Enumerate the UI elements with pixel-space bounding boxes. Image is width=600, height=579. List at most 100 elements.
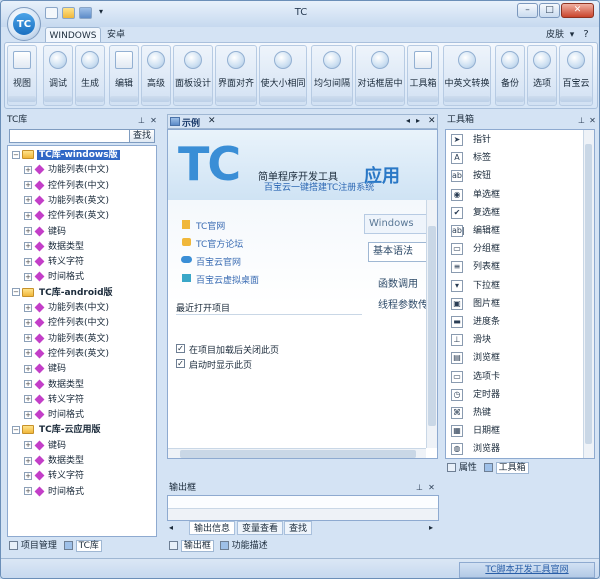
tree-item[interactable]: + 键码 bbox=[24, 438, 66, 454]
link-virtual-desktop[interactable]: 百宝云虚拟桌面 bbox=[196, 273, 259, 286]
build-button[interactable]: 生成 bbox=[75, 45, 105, 106]
link-tc-official[interactable]: TC官网 bbox=[196, 219, 225, 232]
output-hscrollbar[interactable] bbox=[168, 508, 438, 520]
expand-toggle-icon[interactable]: + bbox=[24, 227, 32, 235]
tree-item[interactable]: + 控件列表(英文) bbox=[24, 208, 109, 224]
view-button[interactable]: 视图 bbox=[7, 45, 37, 106]
expand-toggle-icon[interactable]: + bbox=[24, 471, 32, 480]
tree-item[interactable]: + 功能列表(中文) bbox=[24, 162, 109, 178]
library-search-button[interactable]: 查找 bbox=[129, 129, 155, 143]
zh-en-convert-button[interactable]: 中英文转换 bbox=[443, 45, 491, 106]
minimize-button[interactable]: – bbox=[517, 3, 538, 18]
tree-item[interactable]: + 功能列表(中文) bbox=[24, 300, 109, 316]
expand-toggle-icon[interactable]: + bbox=[24, 456, 32, 465]
tree-item[interactable]: + 时间格式 bbox=[24, 269, 84, 285]
tree-item[interactable]: + 时间格式 bbox=[24, 484, 84, 500]
link-baibaoyun[interactable]: 百宝云官网 bbox=[196, 255, 241, 268]
output-tab-right-icon[interactable]: ▸ bbox=[429, 523, 433, 532]
panel-design-button[interactable]: 面板设计 bbox=[173, 45, 213, 106]
welcome-scroll-thumb[interactable] bbox=[428, 226, 436, 426]
tree-folder[interactable]: − TC库-云应用版 bbox=[12, 422, 102, 438]
tree-item[interactable]: + 功能列表(英文) bbox=[24, 193, 109, 209]
tab-output-info[interactable]: 输出信息 bbox=[189, 521, 236, 535]
pin-icon[interactable]: ⊥ bbox=[137, 116, 146, 125]
tab-android[interactable]: 安卓 bbox=[101, 27, 131, 43]
tree-item[interactable]: + 数据类型 bbox=[24, 453, 84, 469]
tab-output-frame[interactable]: 输出框 bbox=[180, 540, 214, 552]
expand-toggle-icon[interactable]: + bbox=[24, 211, 32, 220]
toolbox-close-icon[interactable]: ✕ bbox=[588, 116, 597, 125]
expand-toggle-icon[interactable]: + bbox=[24, 242, 32, 251]
tree-item[interactable]: + 控件列表(中文) bbox=[24, 178, 109, 194]
debug-button[interactable]: 调试 bbox=[43, 45, 73, 106]
expand-toggle-icon[interactable]: + bbox=[24, 272, 32, 281]
expand-toggle-icon[interactable]: + bbox=[24, 165, 32, 174]
edit-button[interactable]: 编辑 bbox=[109, 45, 139, 106]
show-on-start-checkbox[interactable]: ✓ bbox=[176, 359, 185, 368]
expand-toggle-icon[interactable]: + bbox=[24, 181, 32, 190]
tree-item[interactable]: + 键码 bbox=[24, 361, 66, 377]
tab-windows[interactable]: WINDOWS bbox=[45, 27, 101, 43]
tree-item[interactable]: + 键码 bbox=[24, 224, 66, 240]
advanced-button[interactable]: 高级 bbox=[141, 45, 171, 106]
banner-subtitle[interactable]: 百宝云一键搭建TC注册系统 bbox=[264, 180, 374, 193]
maximize-button[interactable]: □ bbox=[539, 3, 560, 18]
app-logo[interactable]: TC bbox=[7, 7, 41, 41]
output-pin-icon[interactable]: ⊥ bbox=[415, 483, 424, 492]
expand-toggle-icon[interactable]: + bbox=[24, 196, 32, 205]
expand-toggle-icon[interactable]: − bbox=[12, 425, 20, 434]
tab-example[interactable]: 示例 bbox=[182, 116, 200, 129]
toolbox-scroll-thumb[interactable] bbox=[585, 144, 592, 444]
toolbox-pin-icon[interactable]: ⊥ bbox=[577, 116, 586, 125]
expand-toggle-icon[interactable]: − bbox=[12, 288, 20, 297]
expand-toggle-icon[interactable]: + bbox=[24, 395, 32, 404]
dialog-center-button[interactable]: 对话框居中 bbox=[355, 45, 405, 106]
output-tab-left-icon[interactable]: ◂ bbox=[169, 523, 173, 532]
help-icon[interactable]: ? bbox=[580, 27, 592, 43]
align-button[interactable]: 界面对齐 bbox=[215, 45, 257, 106]
tree-folder[interactable]: − TC库-android版 bbox=[12, 285, 115, 301]
expand-toggle-icon[interactable]: + bbox=[24, 257, 32, 266]
tab-toolbox[interactable]: 工具箱 bbox=[495, 462, 529, 474]
link-tc-forum[interactable]: TC官方论坛 bbox=[196, 237, 243, 250]
expand-toggle-icon[interactable]: + bbox=[24, 441, 32, 450]
tree-item[interactable]: + 控件列表(英文) bbox=[24, 346, 109, 362]
tree-item[interactable]: + 数据类型 bbox=[24, 239, 84, 255]
backup-button[interactable]: 备份 bbox=[495, 45, 525, 106]
tree-item[interactable]: + 数据类型 bbox=[24, 377, 84, 393]
toolbox-button[interactable]: 工具箱 bbox=[407, 45, 439, 106]
official-site-link[interactable]: TC脚本开发工具官网 bbox=[459, 562, 595, 578]
expand-toggle-icon[interactable]: + bbox=[24, 318, 32, 327]
side-tab-basic-syntax[interactable]: 基本语法 bbox=[368, 242, 428, 262]
tree-item[interactable]: + 转义字符 bbox=[24, 468, 84, 484]
expand-toggle-icon[interactable]: − bbox=[12, 150, 20, 159]
tree-item[interactable]: + 时间格式 bbox=[24, 407, 84, 423]
expand-toggle-icon[interactable]: + bbox=[24, 410, 32, 419]
expand-toggle-icon[interactable]: + bbox=[24, 364, 32, 373]
tab-right-icon[interactable]: ▸ bbox=[416, 116, 420, 125]
close-button[interactable]: ✕ bbox=[561, 3, 594, 18]
tree-item[interactable]: + 转义字符 bbox=[24, 254, 84, 270]
side-item-function-call[interactable]: 函数调用 bbox=[378, 275, 418, 290]
side-item-thread-params[interactable]: 线程参数传 bbox=[378, 296, 428, 311]
tab-find[interactable]: 查找 bbox=[284, 521, 313, 535]
even-spacing-button[interactable]: 均匀间隔 bbox=[311, 45, 353, 106]
tree-item[interactable]: + 功能列表(英文) bbox=[24, 331, 109, 347]
panel-close-icon[interactable]: ✕ bbox=[149, 116, 158, 125]
expand-toggle-icon[interactable]: + bbox=[24, 303, 32, 312]
tab-variable-view[interactable]: 变量查看 bbox=[237, 521, 284, 535]
tab-tc-library[interactable]: TC库 bbox=[75, 540, 102, 552]
doc-close-icon[interactable]: ✕ bbox=[428, 116, 436, 126]
same-size-button[interactable]: 使大小相同 bbox=[259, 45, 307, 106]
tab-properties[interactable]: 属性 bbox=[459, 463, 477, 473]
expand-toggle-icon[interactable]: + bbox=[24, 380, 32, 388]
tab-function-description[interactable]: 功能描述 bbox=[232, 541, 268, 551]
tree-item[interactable]: + 转义字符 bbox=[24, 392, 84, 408]
skin-menu[interactable]: 皮肤 bbox=[543, 27, 567, 43]
expand-toggle-icon[interactable]: + bbox=[24, 487, 32, 496]
options-button[interactable]: 选项 bbox=[527, 45, 557, 106]
skin-dropdown-icon[interactable]: ▾ bbox=[567, 27, 577, 43]
tree-item[interactable]: + 控件列表(中文) bbox=[24, 315, 109, 331]
welcome-hscroll-thumb[interactable] bbox=[180, 450, 416, 458]
expand-toggle-icon[interactable]: + bbox=[24, 349, 32, 358]
